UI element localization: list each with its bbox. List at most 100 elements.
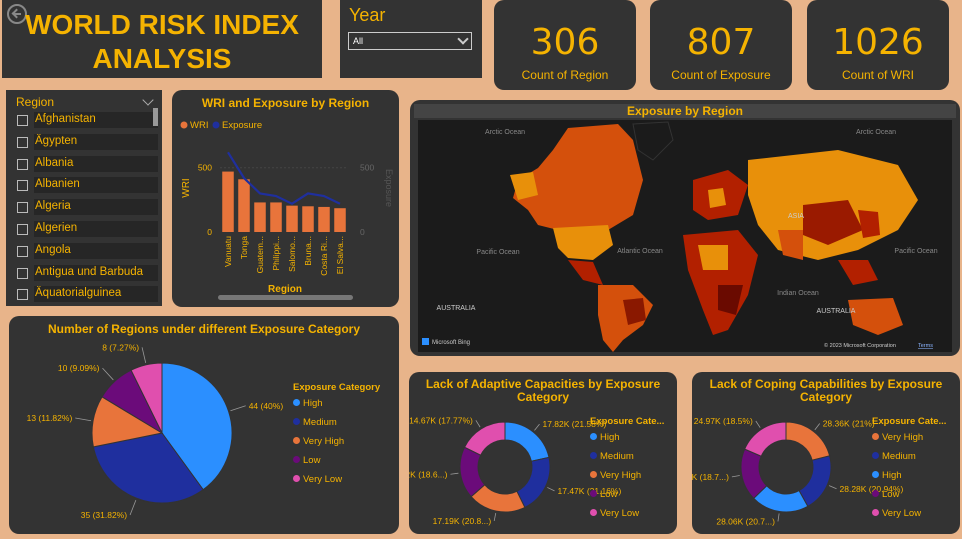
adaptive-capacities-donut: 17.82K (21.58%)17.47K (21.16%)17.19K (20… [409, 415, 664, 526]
region-item[interactable]: Angola [16, 241, 158, 263]
leader-line [230, 405, 246, 412]
exposure-category-pie-card: Number of Regions under different Exposu… [9, 316, 399, 534]
exposure-map[interactable]: Arctic Ocean Arctic Ocean Pacific Ocean … [418, 120, 952, 352]
map-label-asia: ASIA [788, 213, 804, 220]
slice-very-low [744, 421, 787, 457]
kpi-card-count-of-region: 306 Count of Region [494, 0, 636, 90]
data-label: 13 (11.82%) [27, 413, 73, 423]
y-tick-label: 0 [207, 227, 212, 237]
region-item-label: Albanien [34, 177, 158, 194]
year-dropdown[interactable]: All [348, 32, 472, 50]
scrollbar[interactable] [153, 108, 158, 126]
map-region-central-europe[interactable] [708, 188, 726, 208]
coping-capabilities-donut-card: Lack of Coping Capabilities by Exposure … [692, 372, 960, 534]
checkbox[interactable] [17, 158, 28, 170]
region-slicer: Region Afghanistan Ägypten Albania Alban… [6, 90, 162, 306]
leader-line [534, 423, 540, 431]
region-item-label: Afghanistan [34, 112, 158, 128]
map-label-pacific-ocean: Pacific Ocean [476, 249, 519, 256]
legend-dot [293, 475, 300, 482]
map-region-north-africa[interactable] [698, 245, 728, 270]
region-item-label: Angola [34, 242, 158, 259]
chevron-down-icon [457, 33, 469, 45]
region-item[interactable]: Antigua und Barbuda [16, 263, 158, 285]
adaptive-capacities-donut-card: Lack of Adaptive Capacities by Exposure … [409, 372, 677, 534]
kpi-label: Count of Region [521, 68, 609, 82]
slice-very-low [463, 421, 506, 456]
data-label: 35 (31.82%) [81, 510, 127, 520]
region-item[interactable]: Äquatorialguinea [16, 284, 158, 306]
region-item[interactable]: Albania [16, 154, 158, 176]
kpi-card-count-of-wri: 1026 Count of WRI [807, 0, 949, 90]
x-tick-label: El Salva... [335, 236, 345, 274]
region-item[interactable]: Algerien [16, 219, 158, 241]
checkbox[interactable] [17, 136, 28, 148]
title-line-2: ANALYSIS [92, 43, 232, 74]
data-label: 14.67K (17.77%) [409, 415, 473, 425]
region-item[interactable]: Albanien [16, 175, 158, 197]
region-item[interactable]: Ägypten [16, 132, 158, 154]
legend-dot [293, 418, 300, 425]
bar-wri [270, 202, 282, 232]
region-slicer-label: Region [16, 95, 55, 109]
legend-label-wri: WRI [190, 120, 208, 131]
exposure-map-card: Exposure by Region Arctic Ocean Arctic O… [410, 100, 960, 356]
data-label: 17.19K (20.8...) [433, 516, 492, 526]
legend-label: Very Low [303, 474, 342, 485]
bar-wri [238, 179, 250, 232]
data-label: 44 (40%) [249, 401, 284, 411]
data-label: 24.97K (18.5%) [694, 416, 753, 426]
region-item[interactable]: Afghanistan [16, 110, 158, 132]
legend-dot [872, 471, 879, 478]
checkbox[interactable] [17, 115, 28, 126]
checkbox[interactable] [17, 202, 28, 214]
map-label-indian-ocean: Indian Ocean [777, 290, 819, 297]
legend-dot [872, 509, 879, 516]
checkbox[interactable] [17, 289, 28, 301]
region-item-label: Äquatorialguinea [34, 286, 158, 303]
x-tick-label: Philippi... [271, 236, 281, 271]
legend-dot [293, 437, 300, 444]
data-label: 28.36K (21%) [823, 419, 875, 429]
checkbox[interactable] [17, 245, 28, 257]
legend-label: High [882, 470, 902, 481]
y2-tick-label: 500 [360, 163, 374, 173]
checkbox[interactable] [17, 267, 28, 279]
y2-tick-label: 0 [360, 227, 365, 237]
kpi-value: 807 [686, 22, 756, 63]
leader-line [547, 487, 555, 492]
title-card: WORLD RISK INDEX ANALYSIS [2, 0, 322, 78]
leader-line [475, 420, 481, 428]
legend-dot [590, 509, 597, 516]
leader-line [493, 513, 497, 522]
kpi-value: 306 [530, 22, 600, 63]
x-tick-label: Tonga [239, 236, 249, 259]
data-label: 25.35K (18.7...) [692, 472, 729, 482]
map-title: Exposure by Region [414, 104, 956, 118]
year-filter-card: Year All [340, 0, 482, 78]
leader-line [75, 417, 92, 422]
map-terms-link[interactable]: Terms [918, 343, 933, 349]
legend-label-exposure: Exposure [222, 120, 262, 131]
map-label-australia-right: AUSTRALIA [817, 308, 856, 315]
chevron-down-icon[interactable] [142, 94, 154, 106]
legend-dot [293, 456, 300, 463]
map-label-atlantic-ocean: Atlantic Ocean [617, 248, 663, 255]
legend-label: Medium [600, 451, 634, 462]
region-item-label: Ägypten [34, 133, 158, 150]
legend-dot [590, 471, 597, 478]
leader-line [829, 485, 837, 490]
title-line-1: WORLD RISK INDEX [25, 9, 299, 40]
region-item[interactable]: Algeria [16, 197, 158, 219]
data-label: 8 (7.27%) [102, 342, 139, 352]
legend-label: Very High [303, 436, 344, 447]
horizontal-scrollbar [218, 295, 353, 300]
map-label-australia-left: AUSTRALIA [437, 305, 476, 312]
checkbox[interactable] [17, 180, 28, 192]
leader-line [755, 420, 761, 428]
legend-label: Low [303, 455, 321, 466]
y2-axis-label: Exposure [384, 169, 394, 207]
x-tick-label: Bruna... [303, 236, 313, 266]
checkbox[interactable] [17, 223, 28, 235]
leader-line [777, 513, 780, 522]
